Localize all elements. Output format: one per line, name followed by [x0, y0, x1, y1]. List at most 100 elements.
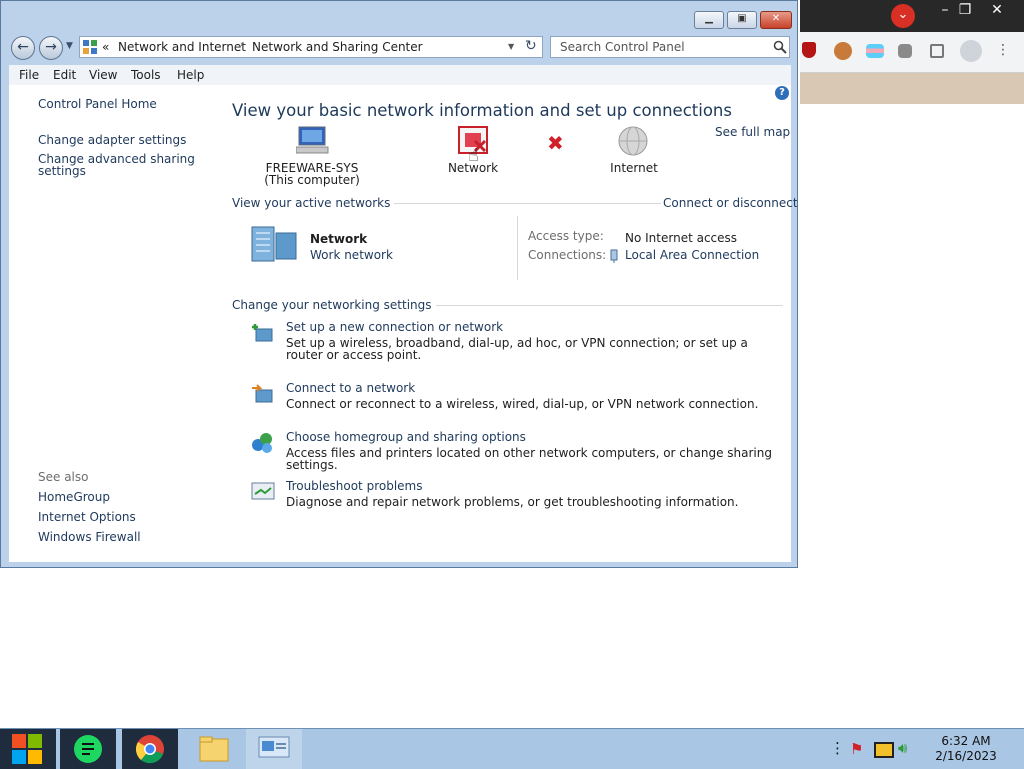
active-network-type-link[interactable]: Work network — [310, 248, 393, 262]
help-icon[interactable]: ? — [775, 86, 789, 100]
taskbar-file-explorer[interactable] — [186, 729, 242, 769]
troubleshoot-icon[interactable] — [250, 480, 276, 504]
chrome-toolbar: ⋮ — [800, 32, 1024, 73]
taskbar-notes-app[interactable] — [60, 729, 116, 769]
settings-divider — [411, 305, 783, 306]
computer-sub-label: (This computer) — [264, 173, 360, 187]
windows-logo-icon — [12, 734, 42, 764]
address-bar[interactable]: « Network and Internet › Network and Sha… — [79, 36, 543, 58]
menu-edit[interactable]: Edit — [53, 68, 76, 82]
local-area-connection-link[interactable]: Local Area Connection — [625, 248, 759, 262]
active-networks-header: View your active networks — [232, 196, 395, 210]
window-titlebar: ▁ ▣ ✕ — [1, 1, 797, 33]
action-center-flag-icon[interactable]: ⚑ — [850, 740, 863, 758]
menu-bar: File Edit View Tools Help — [9, 65, 791, 86]
chrome-titlebar: ⌄ – ❐ ✕ — [800, 0, 1024, 32]
active-networks-divider — [379, 203, 661, 204]
windows-firewall-link[interactable]: Windows Firewall — [38, 530, 141, 544]
troubleshoot-problems-link[interactable]: Troubleshoot problems — [286, 479, 422, 493]
active-network-vertical-divider — [517, 216, 518, 280]
forward-arrow-icon: → — [45, 39, 57, 55]
breadcrumb-network-and-internet[interactable]: Network and Internet — [118, 40, 246, 54]
change-advanced-sharing-link[interactable]: Change advanced sharing settings — [38, 153, 198, 177]
active-network-name: Network — [310, 232, 368, 246]
menu-view[interactable]: View — [89, 68, 117, 82]
puzzle-extensions-icon[interactable] — [898, 44, 912, 58]
see-also-label: See also — [38, 470, 89, 484]
chrome-close-button[interactable]: ✕ — [980, 0, 1014, 22]
back-button[interactable]: ← — [11, 36, 35, 60]
chrome-menu-icon[interactable]: ⋮ — [996, 42, 1010, 58]
breadcrumb-separator-icon[interactable]: › — [240, 40, 244, 50]
setup-new-connection-link[interactable]: Set up a new connection or network — [286, 320, 503, 334]
connect-to-network-link[interactable]: Connect to a network — [286, 381, 415, 395]
profile-avatar-icon[interactable] — [960, 40, 982, 62]
connect-to-network-icon[interactable] — [250, 382, 276, 406]
navigation-bar: ← → ▼ « Network and Internet › Network a… — [9, 34, 791, 62]
menu-tools[interactable]: Tools — [131, 68, 161, 82]
close-button[interactable]: ✕ — [760, 11, 792, 29]
new-connection-icon[interactable] — [250, 321, 276, 345]
menu-file[interactable]: File — [19, 68, 39, 82]
content-area: ? Control Panel Home Change adapter sett… — [9, 85, 798, 562]
network-warning-icon[interactable] — [874, 742, 894, 758]
chrome-window-background: ⌄ – ❐ ✕ ⋮ — [800, 0, 1024, 104]
maximize-button[interactable]: ▣ — [727, 11, 757, 29]
control-panel-home-link[interactable]: Control Panel Home — [38, 97, 157, 111]
refresh-icon[interactable]: ↻ — [525, 38, 537, 54]
flag-extension-icon[interactable] — [866, 44, 884, 58]
setup-new-connection-desc: Set up a wireless, broadband, dial-up, a… — [286, 336, 748, 362]
internet-options-link[interactable]: Internet Options — [38, 510, 136, 524]
volume-icon[interactable]: 🔊︎ — [898, 739, 907, 757]
access-type-value: No Internet access — [625, 231, 738, 245]
forward-button[interactable]: → — [39, 36, 63, 60]
network-window-icon — [258, 736, 290, 758]
address-chevron[interactable]: « — [102, 40, 109, 54]
taskbar: ⋮ ⚑ 🔊︎ 6:32 AM 2/16/2023 — [0, 728, 1024, 769]
internet-globe-icon[interactable] — [617, 125, 649, 157]
avatar-extension-icon[interactable] — [834, 42, 852, 60]
connections-label: Connections: — [528, 248, 607, 262]
ublock-extension-icon[interactable] — [802, 42, 816, 58]
networking-settings-header: Change your networking settings — [232, 298, 436, 312]
work-network-icon — [251, 226, 297, 262]
clock[interactable]: 6:32 AM 2/16/2023 — [930, 734, 1002, 764]
clock-time: 6:32 AM — [941, 734, 991, 748]
connect-or-disconnect-link[interactable]: Connect or disconnect — [663, 196, 798, 210]
chrome-restore-button[interactable]: ❐ — [948, 0, 982, 22]
tray-overflow-icon[interactable]: ⋮ — [830, 739, 845, 757]
chrome-icon — [135, 735, 164, 764]
back-arrow-icon: ← — [17, 39, 29, 55]
clock-date: 2/16/2023 — [935, 749, 997, 763]
access-type-label: Access type: — [528, 229, 604, 243]
computer-icon[interactable] — [296, 125, 330, 155]
homegroup-sharing-link[interactable]: Choose homegroup and sharing options — [286, 430, 526, 444]
no-connection-x-icon: ✖ — [547, 131, 564, 155]
page-title: View your basic network information and … — [232, 101, 732, 120]
side-panel-icon[interactable] — [930, 44, 944, 58]
homegroup-link[interactable]: HomeGroup — [38, 490, 110, 504]
taskbar-chrome[interactable] — [122, 729, 178, 769]
homegroup-sharing-desc: Access files and printers located on oth… — [286, 446, 772, 472]
connect-to-network-desc: Connect or reconnect to a wireless, wire… — [286, 397, 759, 411]
network-sharing-center-window: ▁ ▣ ✕ ← → ▼ « Network and Internet › Net… — [0, 0, 798, 568]
minimize-button[interactable]: ▁ — [694, 11, 724, 29]
address-dropdown-icon[interactable]: ▼ — [508, 42, 514, 51]
homegroup-icon[interactable] — [250, 431, 276, 455]
internet-map-label: Internet — [610, 161, 658, 175]
folder-icon — [199, 736, 229, 762]
troubleshoot-problems-desc: Diagnose and repair network problems, or… — [286, 495, 739, 509]
chrome-profile-menu-icon[interactable]: ⌄ — [891, 4, 915, 28]
taskbar-control-panel[interactable] — [246, 729, 302, 769]
search-input[interactable]: Search Control Panel — [560, 40, 685, 54]
start-button[interactable] — [0, 729, 56, 769]
see-full-map-link[interactable]: See full map — [715, 125, 790, 139]
menu-help[interactable]: Help — [177, 68, 204, 82]
ethernet-connection-icon — [610, 249, 618, 263]
search-icon[interactable] — [773, 40, 787, 54]
breadcrumb-network-sharing-center[interactable]: Network and Sharing Center — [252, 40, 423, 54]
recent-pages-dropdown-icon[interactable]: ▼ — [66, 41, 73, 51]
change-adapter-settings-link[interactable]: Change adapter settings — [38, 133, 186, 147]
control-panel-icon — [83, 40, 97, 54]
search-box[interactable]: Search Control Panel — [550, 36, 790, 58]
